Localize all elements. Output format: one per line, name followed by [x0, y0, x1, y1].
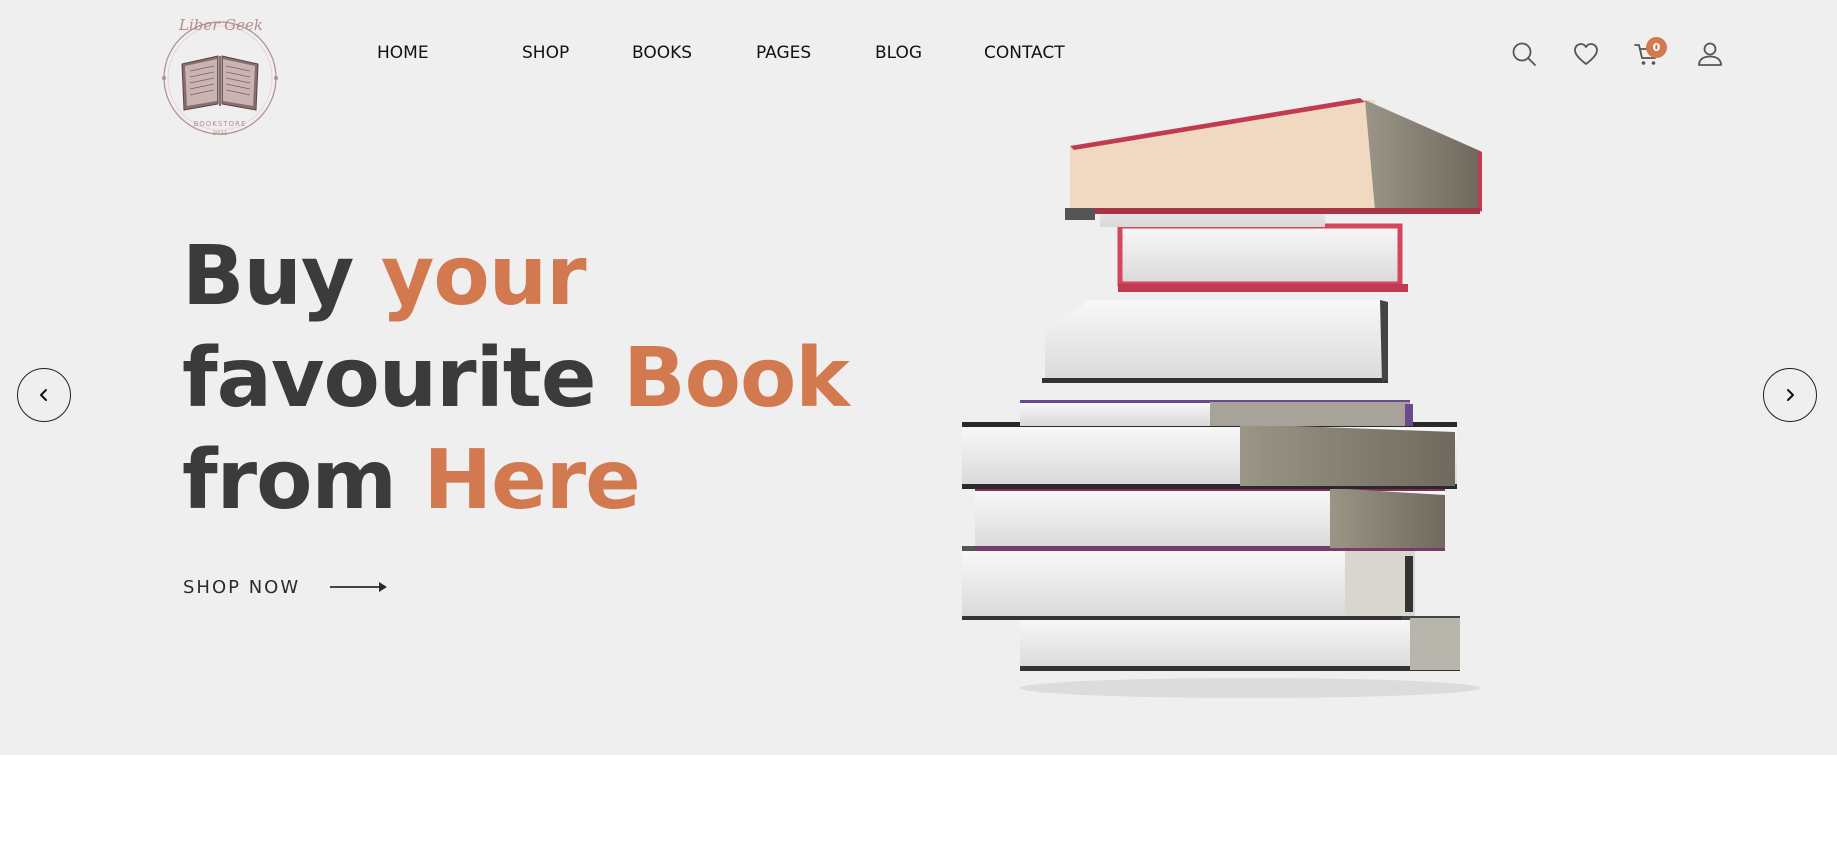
- nav-contact[interactable]: CONTACT: [984, 43, 1065, 63]
- logo-year: 2021: [212, 130, 228, 137]
- headline-word: favourite: [182, 331, 597, 426]
- heart-icon: [1574, 43, 1598, 65]
- book-stack-image: [950, 90, 1490, 710]
- arrow-right-icon: [330, 582, 388, 592]
- slider-prev-button[interactable]: [17, 368, 71, 422]
- search-button[interactable]: [1510, 40, 1538, 68]
- content-area: [0, 755, 1837, 852]
- account-button[interactable]: [1696, 40, 1724, 68]
- shop-now-label: SHOP NOW: [183, 576, 301, 598]
- headline-accent-word: Here: [423, 433, 640, 528]
- headline-word: Buy: [182, 229, 354, 324]
- nav-blog[interactable]: BLOG: [875, 43, 922, 63]
- hero-headline: Buy your favourite Book from Here: [182, 226, 882, 532]
- wishlist-button[interactable]: [1572, 40, 1600, 68]
- logo-subtitle: BOOKSTORE: [193, 120, 247, 128]
- slider-next-button[interactable]: [1763, 368, 1817, 422]
- logo-wordmark: Liber Geek: [178, 16, 263, 34]
- headline-line-1: Buy your: [182, 226, 882, 328]
- brand-logo[interactable]: Liber Geek BOOKSTORE 2021: [160, 16, 280, 142]
- nav-home[interactable]: HOME: [377, 43, 429, 63]
- user-icon: [1698, 42, 1722, 66]
- headline-accent-word: your: [380, 229, 587, 324]
- shop-now-link[interactable]: SHOP NOW: [183, 574, 388, 600]
- headline-word: from: [182, 433, 397, 528]
- search-icon: [1512, 42, 1536, 66]
- headline-accent-word: Book: [623, 331, 850, 426]
- headline-line-3: from Here: [182, 430, 882, 532]
- nav-pages[interactable]: PAGES: [756, 43, 811, 63]
- nav-shop[interactable]: SHOP: [522, 43, 569, 63]
- chevron-right-icon: [1787, 389, 1794, 401]
- hero-section: Liber Geek BOOKSTORE 2021 HOME SHOP BOOK…: [0, 0, 1837, 755]
- chevron-left-icon: [40, 389, 47, 401]
- headline-line-2: favourite Book: [182, 328, 882, 430]
- nav-books[interactable]: BOOKS: [632, 43, 692, 63]
- book-stack-illustration: [962, 98, 1482, 698]
- cart-count-badge: 0: [1646, 37, 1667, 58]
